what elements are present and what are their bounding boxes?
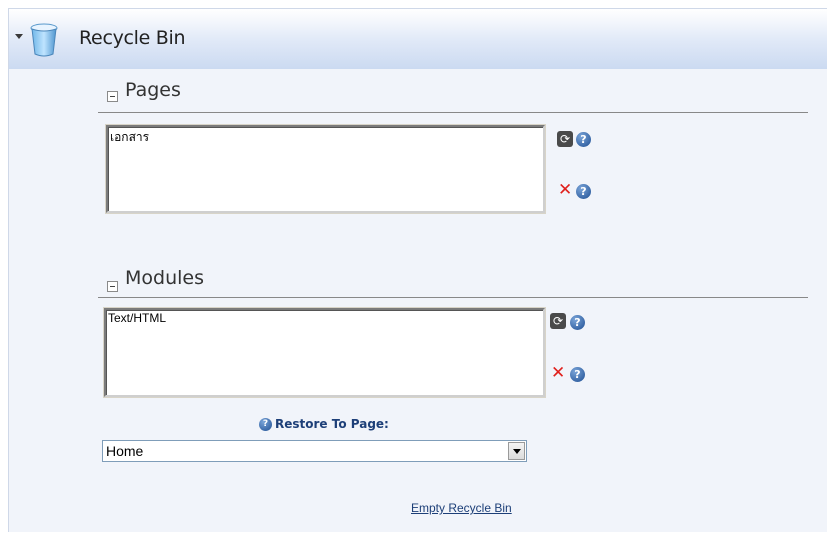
list-item[interactable]: เอกสาร (110, 128, 541, 147)
pages-section-title: Pages (125, 79, 181, 101)
pages-toggle-icon[interactable] (107, 91, 118, 102)
collapse-arrow-icon[interactable] (15, 34, 23, 39)
delete-page-icon[interactable]: ✕ (558, 182, 572, 199)
modules-divider (98, 297, 808, 298)
restore-module-icon[interactable]: ⟳ (550, 313, 566, 329)
select-value: Home (106, 443, 144, 459)
modules-listbox[interactable]: Text/HTML (104, 308, 545, 397)
help-icon[interactable]: ? (570, 315, 585, 330)
list-item[interactable]: Text/HTML (108, 311, 541, 325)
restore-page-icon[interactable]: ⟳ (557, 131, 573, 147)
recycle-bin-icon (30, 23, 58, 57)
modules-toggle-icon[interactable] (107, 281, 118, 292)
recycle-bin-panel: Recycle Bin Pages เอกสาร ⟳ ? ✕ ? Modules… (8, 8, 827, 532)
pages-divider (98, 112, 808, 113)
help-icon[interactable]: ? (576, 184, 591, 199)
empty-recycle-bin-link[interactable]: Empty Recycle Bin (411, 501, 512, 515)
help-icon[interactable]: ? (576, 132, 591, 147)
modules-section-title: Modules (125, 267, 204, 289)
restore-page-select[interactable]: Home (102, 440, 527, 462)
panel-header: Recycle Bin (9, 9, 827, 69)
chevron-down-icon[interactable] (508, 442, 525, 460)
restore-to-page-label: ? Restore To Page: (259, 417, 389, 431)
delete-module-icon[interactable]: ✕ (551, 365, 565, 382)
help-icon[interactable]: ? (570, 367, 585, 382)
page-title: Recycle Bin (79, 27, 186, 49)
restore-label-text: Restore To Page: (275, 417, 389, 431)
pages-listbox[interactable]: เอกสาร (106, 125, 545, 213)
help-icon[interactable]: ? (259, 417, 272, 431)
